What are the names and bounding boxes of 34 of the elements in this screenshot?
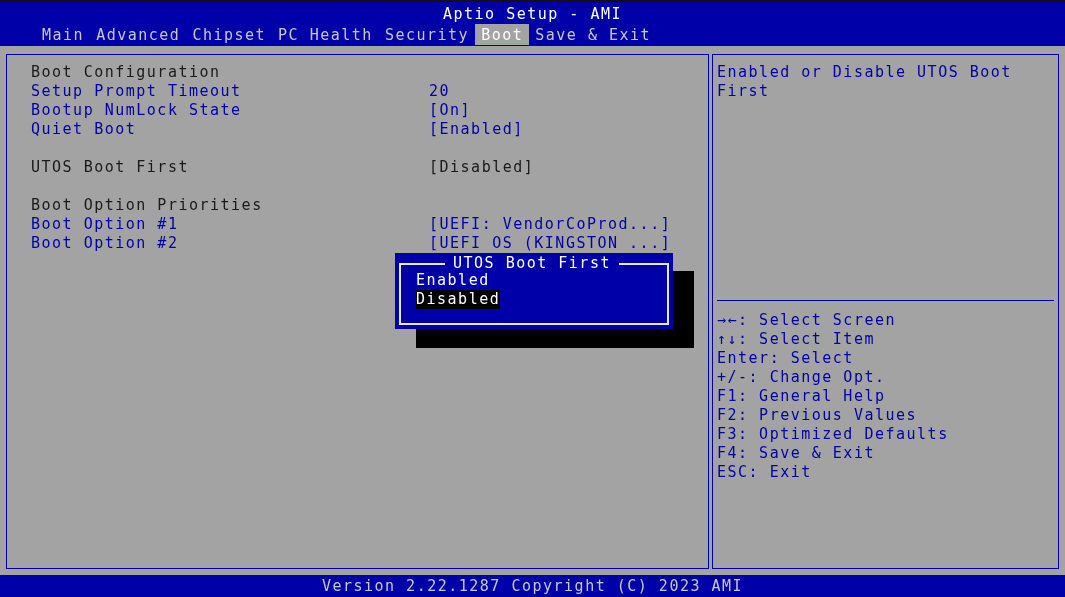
window-title: Aptio Setup - AMI [442,4,623,24]
version-text: Version 2.22.1287 Copyright (C) 2023 AMI [321,576,744,596]
setting-label[interactable]: Boot Option #2 [31,234,429,253]
key-hint: +/-: Change Opt. [717,368,886,387]
key-hint: Enter: Select [717,349,854,368]
menu-tab[interactable]: Main [36,24,91,45]
key-hint: →←: Select Screen [717,311,897,330]
key-hint: F1: General Help [717,387,886,406]
setting-value[interactable]: [UEFI: VendorCoProd...] [429,215,672,234]
key-hint: F2: Previous Values [717,406,918,425]
popup-option[interactable]: Disabled [416,290,501,309]
setting-value[interactable]: [Disabled] [429,158,535,177]
menu-tab[interactable]: Advanced [90,24,187,45]
key-hint: ESC: Exit [717,463,812,482]
help-text: Enabled or Disable UTOS Boot First [716,62,1013,102]
setting-label[interactable]: Quiet Boot [31,120,429,139]
setting-value[interactable]: 20 [429,82,451,101]
setting-value[interactable]: [On] [429,101,472,120]
menu-tab[interactable]: Security [378,24,476,45]
menu-tab[interactable]: Save & Exit [529,24,658,45]
popup-option[interactable]: Enabled [416,271,490,290]
setting-value[interactable]: [UEFI OS (KINGSTON ...] [429,234,672,253]
menu-tab[interactable]: PC Health [272,24,379,45]
key-hint: ↑↓: Select Item [717,330,875,349]
menu-tab[interactable]: Chipset [186,24,273,45]
setting-label[interactable]: Boot Option #1 [31,215,429,234]
key-hint: F3: Optimized Defaults [717,425,949,444]
setting-label[interactable]: UTOS Boot First [31,158,429,177]
setting-value[interactable]: [Enabled] [429,120,524,139]
section-heading: Boot Option Priorities [31,196,263,215]
key-hint: F4: Save & Exit [717,444,875,463]
setting-label[interactable]: Setup Prompt Timeout [31,82,429,101]
setting-label[interactable]: Bootup NumLock State [31,101,429,120]
section-heading: Boot Configuration [31,63,221,82]
